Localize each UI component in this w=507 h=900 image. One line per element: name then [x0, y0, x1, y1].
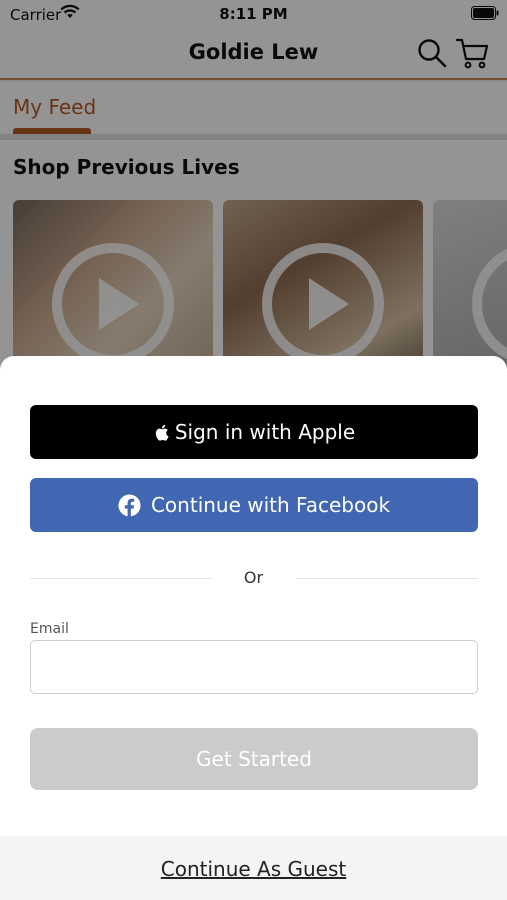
apple-icon	[155, 424, 169, 441]
guest-footer: Continue As Guest	[0, 836, 507, 900]
continue-as-guest-link[interactable]: Continue As Guest	[0, 857, 507, 881]
apple-button-label: Sign in with Apple	[174, 420, 356, 444]
login-sheet: Sign in with Apple Continue with Faceboo…	[0, 356, 507, 900]
sign-in-with-apple-button[interactable]: Sign in with Apple	[30, 405, 478, 459]
get-started-label: Get Started	[196, 747, 312, 771]
divider-line	[296, 578, 478, 579]
facebook-icon	[118, 493, 141, 517]
facebook-button-label: Continue with Facebook	[150, 493, 391, 517]
email-input[interactable]	[30, 640, 478, 694]
continue-with-facebook-button[interactable]: Continue with Facebook	[30, 478, 478, 532]
get-started-button[interactable]: Get Started	[30, 728, 478, 790]
email-label: Email	[30, 621, 69, 637]
